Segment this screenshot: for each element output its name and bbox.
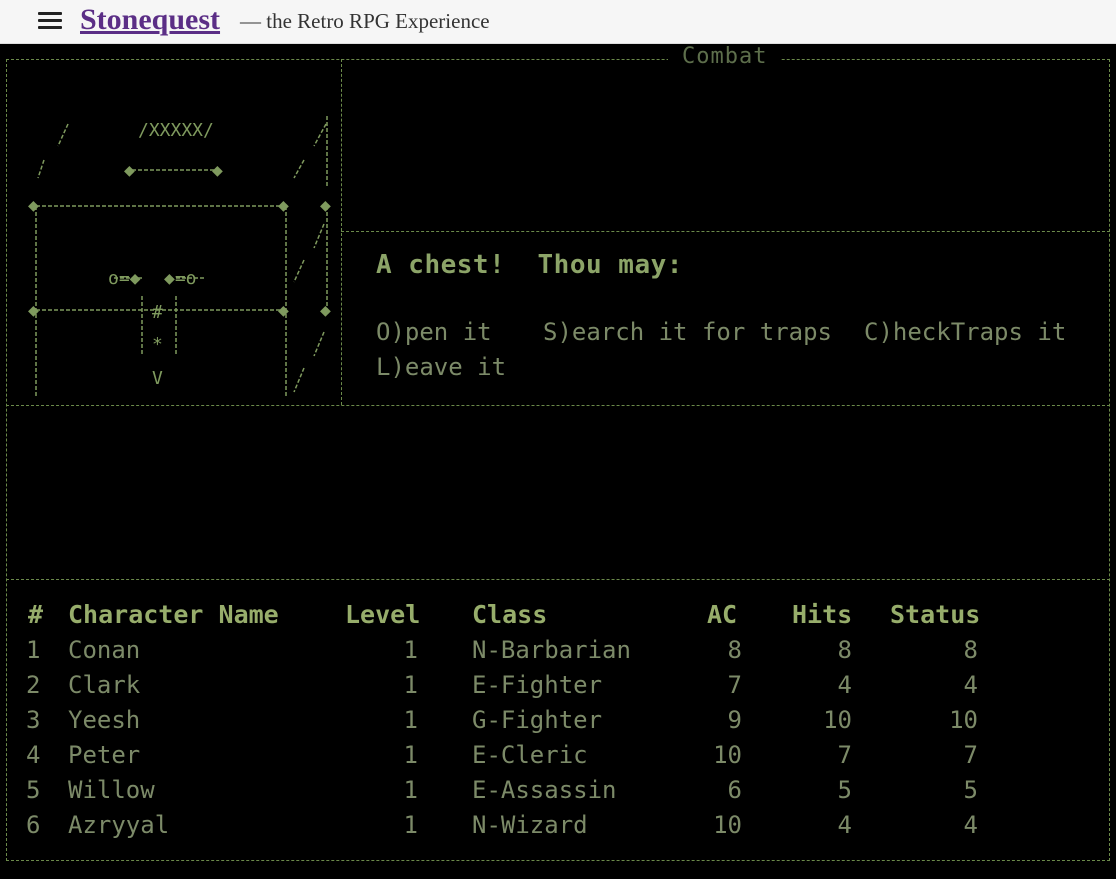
character-name: Willow: [68, 776, 155, 804]
site-header: Stonequest — the Retro RPG Experience: [0, 0, 1116, 44]
site-tagline: — the Retro RPG Experience: [240, 9, 490, 33]
character-ac: 10: [713, 811, 742, 839]
character-class: E-Fighter: [472, 671, 603, 699]
upper-divider: [6, 405, 1110, 406]
mode-label: Combat: [668, 44, 782, 69]
character-hits: 4: [837, 811, 852, 839]
dungeon-view: /XXXXX/ ◆◆ ◆◆◆ o=◆◆=o ◆◆◆ #* V ◆◆: [28, 116, 331, 396]
col-name: Character Name: [68, 600, 279, 629]
character-status: 4: [963, 811, 978, 839]
character-status: 7: [963, 741, 978, 769]
character-hits: 10: [823, 706, 852, 734]
character-hits: 7: [837, 741, 852, 769]
character-class: E-Cleric: [472, 741, 588, 769]
svg-text:/XXXXX/: /XXXXX/: [138, 120, 214, 141]
character-status: 8: [963, 636, 978, 664]
character-ac: 10: [713, 741, 742, 769]
row-number: 6: [26, 811, 41, 839]
col-hits: Hits: [792, 600, 853, 629]
character-name: Conan: [68, 636, 141, 664]
character-level: 1: [403, 776, 418, 804]
character-name: Peter: [68, 741, 141, 769]
character-level: 1: [403, 671, 418, 699]
character-ac: 8: [727, 636, 742, 664]
character-name: Azryyal: [68, 811, 170, 839]
character-ac: 7: [727, 671, 742, 699]
character-class: E-Assassin: [472, 776, 617, 804]
col-ac: AC: [707, 600, 738, 629]
svg-text:◆: ◆: [212, 160, 223, 181]
svg-text:V: V: [152, 368, 163, 389]
svg-text:o=◆: o=◆: [108, 268, 141, 289]
row-number: 2: [26, 671, 41, 699]
site-title-link[interactable]: Stonequest: [80, 3, 220, 37]
game-screen: Combat /XXXXX/ ◆ ◆ ◆ ◆ ◆ o=◆ ◆=o ◆ ◆ ◆ #…: [0, 44, 1116, 879]
menu-icon[interactable]: [38, 12, 62, 30]
row-number: 1: [26, 636, 41, 664]
svg-text:◆: ◆: [278, 300, 289, 321]
character-level: 1: [403, 706, 418, 734]
character-ac: 9: [727, 706, 742, 734]
chest-prompt: A chest! Thou may:: [376, 250, 683, 280]
character-hits: 5: [837, 776, 852, 804]
svg-text:◆=o: ◆=o: [164, 268, 197, 289]
character-level: 1: [403, 811, 418, 839]
open-option[interactable]: O)pen it: [376, 318, 492, 346]
character-level: 1: [403, 636, 418, 664]
character-level: 1: [403, 741, 418, 769]
row-number: 3: [26, 706, 41, 734]
search-option[interactable]: S)earch it for traps: [543, 318, 832, 346]
character-ac: 6: [727, 776, 742, 804]
character-class: N-Barbarian: [472, 636, 631, 664]
message-divider: [341, 231, 1110, 232]
svg-text:◆: ◆: [28, 195, 39, 216]
check-traps-option[interactable]: C)heckTraps it: [864, 318, 1066, 346]
character-name: Yeesh: [68, 706, 141, 734]
svg-text:◆: ◆: [28, 300, 39, 321]
character-status: 4: [963, 671, 978, 699]
svg-text:*: *: [152, 334, 163, 355]
character-status: 10: [949, 706, 978, 734]
svg-text:◆: ◆: [124, 160, 135, 181]
character-hits: 8: [837, 636, 852, 664]
svg-text:◆: ◆: [320, 195, 331, 216]
col-class: Class: [472, 600, 548, 629]
character-class: N-Wizard: [472, 811, 588, 839]
leave-option[interactable]: L)eave it: [376, 353, 506, 381]
view-divider: [341, 59, 342, 405]
character-class: G-Fighter: [472, 706, 603, 734]
svg-text:◆: ◆: [278, 195, 289, 216]
character-hits: 4: [837, 671, 852, 699]
character-name: Clark: [68, 671, 141, 699]
character-status: 5: [963, 776, 978, 804]
svg-text:◆: ◆: [320, 300, 331, 321]
party-divider: [6, 579, 1110, 580]
col-level: Level: [345, 600, 421, 629]
col-number: #: [28, 600, 44, 629]
col-status: Status: [890, 600, 981, 629]
svg-text:#: #: [152, 302, 163, 323]
row-number: 5: [26, 776, 41, 804]
row-number: 4: [26, 741, 41, 769]
